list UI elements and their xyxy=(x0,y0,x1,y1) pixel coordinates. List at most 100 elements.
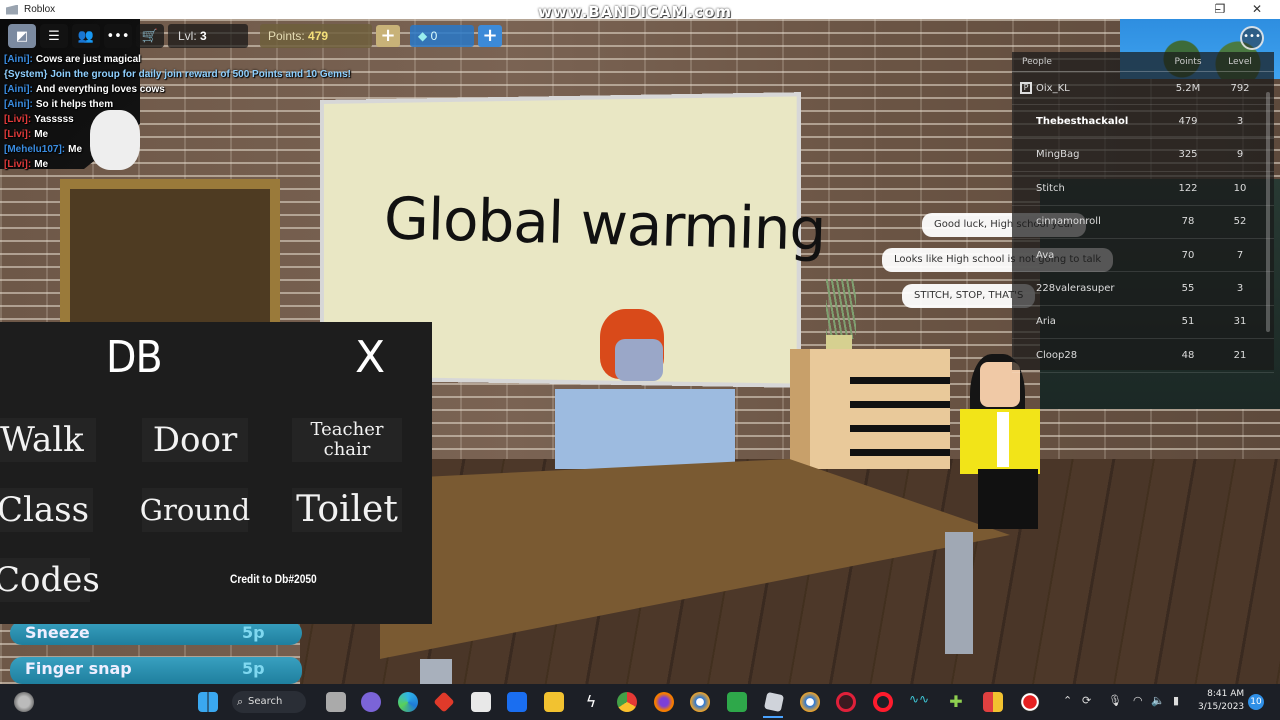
file-explorer-icon[interactable] xyxy=(544,692,564,712)
chat-author: [Mehelu107]: xyxy=(4,144,66,155)
start-icon[interactable] xyxy=(198,692,218,712)
leaderboard-row[interactable]: Thebesthackalol 479 3 xyxy=(1012,105,1274,139)
green-app-icon[interactable] xyxy=(727,692,747,712)
notification-badge[interactable]: 10 xyxy=(1248,694,1264,710)
player-level: 52 xyxy=(1233,216,1247,228)
chat-text: Yasssss xyxy=(34,114,74,125)
leaderboard-row[interactable]: Ava 70 7 xyxy=(1012,239,1274,273)
player-points: 325 xyxy=(1178,149,1198,161)
volume-icon[interactable]: 🔈 xyxy=(1151,694,1165,707)
close-panel-button[interactable]: X xyxy=(355,332,385,383)
store-icon[interactable] xyxy=(471,692,491,712)
dropbox-icon[interactable] xyxy=(507,692,527,712)
microphone-icon[interactable]: 🎙 xyxy=(1108,694,1122,707)
chrome-icon[interactable] xyxy=(617,692,637,712)
ground-button[interactable]: Ground xyxy=(140,488,250,532)
leaderboard-row[interactable]: Aria 51 31 xyxy=(1012,306,1274,340)
more-options-icon[interactable]: ••• xyxy=(1240,26,1264,50)
buy-gems-button[interactable]: + xyxy=(478,25,502,47)
leaderboard-row[interactable]: Stitch 122 10 xyxy=(1012,172,1274,206)
buy-points-button[interactable]: + xyxy=(376,25,400,47)
gems-display: ◆ 0 xyxy=(410,25,474,47)
chat-author: [Livi]: xyxy=(4,114,32,125)
clock[interactable]: 8:41 AM 3/15/2023 xyxy=(1198,688,1244,714)
chat-author: [Aini]: xyxy=(4,99,33,110)
teacher-chair-button[interactable]: Teacher chair xyxy=(292,418,402,462)
player-level: 3 xyxy=(1236,283,1244,295)
player-name: Aria xyxy=(1036,316,1056,328)
chat-text: Me xyxy=(34,129,49,140)
opera-icon[interactable] xyxy=(873,692,893,712)
chat-text: Me xyxy=(34,159,49,170)
player-level: 792 xyxy=(1230,82,1250,94)
weather-icon[interactable] xyxy=(14,692,34,712)
chat-text: Cows are just magical xyxy=(35,54,141,65)
emote-item[interactable]: Finger snap 5p xyxy=(10,657,302,684)
player-points: 70 xyxy=(1181,249,1195,261)
teams-icon[interactable] xyxy=(361,692,381,712)
gems-value: 0 xyxy=(430,29,438,43)
door-button[interactable]: Door xyxy=(142,418,248,462)
bolt-app-icon[interactable]: ϟ xyxy=(581,692,601,712)
roblox-app-icon xyxy=(6,4,18,15)
player-level: 3 xyxy=(1236,116,1244,128)
cart-icon: 🛒 xyxy=(141,28,159,44)
opera-gx-icon[interactable] xyxy=(836,692,856,712)
panel-title: DB xyxy=(106,332,163,383)
toilet-button[interactable]: Toilet xyxy=(292,488,402,532)
edge-icon[interactable] xyxy=(398,692,418,712)
search-label: Search xyxy=(248,696,283,707)
leaderboard-header: People Points Level xyxy=(1012,52,1274,72)
browser-shield-icon-2[interactable] xyxy=(800,692,820,712)
emote-name: Sneeze xyxy=(25,623,90,642)
battery-icon[interactable]: ▮ xyxy=(1173,694,1179,707)
taskbar-search[interactable]: ⌕ Search xyxy=(232,691,306,713)
more-button[interactable]: ••• xyxy=(104,24,132,48)
wifi-icon[interactable]: ◠ xyxy=(1133,694,1143,707)
shop-button[interactable]: 🛒 xyxy=(136,24,164,48)
record-icon[interactable] xyxy=(1020,692,1040,712)
premium-icon: P xyxy=(1020,82,1032,95)
friends-button[interactable]: 👥 xyxy=(72,24,100,48)
leaderboard-row[interactable]: Cloop28 48 21 xyxy=(1012,339,1274,373)
maximize-button[interactable]: ❐ xyxy=(1203,0,1237,19)
chat-window: [Aini]: Cows are just magical {System} Joi… xyxy=(4,52,360,172)
emote-name: Finger snap xyxy=(25,659,132,678)
chat-author: [Aini]: xyxy=(4,54,33,65)
walk-button[interactable]: Walk xyxy=(0,418,96,462)
roblox-icon[interactable] xyxy=(763,691,785,713)
desk-leg xyxy=(945,532,973,654)
chat-message: [Aini]: And everything loves cows xyxy=(4,82,360,97)
chat-author: [Livi]: xyxy=(4,159,32,170)
close-window-button[interactable]: ✕ xyxy=(1240,0,1274,19)
class-button[interactable]: Class xyxy=(0,488,93,532)
red-app-icon[interactable] xyxy=(433,691,455,713)
chat-message: [Aini]: So it helps them xyxy=(4,97,360,112)
roblox-menu-button[interactable]: ◩ xyxy=(8,24,36,48)
emote-item[interactable]: Sneeze 5p xyxy=(10,621,302,645)
chevron-up-icon[interactable]: ⌃ xyxy=(1063,694,1072,707)
wave-app-icon[interactable]: ∿∿ xyxy=(909,692,929,712)
player-points: 479 xyxy=(1178,116,1198,128)
player-name: Oix_KL xyxy=(1036,83,1070,95)
chat-text: And everything loves cows xyxy=(35,84,165,95)
leaderboard-row[interactable]: MingBag 325 9 xyxy=(1012,139,1274,173)
chat-toggle-button[interactable]: ☰ xyxy=(40,24,68,48)
points-display: Points: 479 xyxy=(260,24,372,48)
sync-icon[interactable]: ⟳ xyxy=(1082,694,1091,707)
player-name: MingBag xyxy=(1036,149,1080,161)
chat-message: [Aini]: Cows are just magical xyxy=(4,52,360,67)
grid-app-icon[interactable] xyxy=(983,692,1003,712)
cross-app-icon[interactable]: ✚ xyxy=(946,692,966,712)
leaderboard-scrollbar[interactable] xyxy=(1266,92,1270,332)
browser-shield-icon[interactable] xyxy=(690,692,710,712)
player-name: Cloop28 xyxy=(1036,349,1078,361)
player-name: Ava xyxy=(1036,249,1055,261)
leaderboard-row[interactable]: 228valerasuper 55 3 xyxy=(1012,272,1274,306)
leaderboard-row[interactable]: P Oix_KL 5.2M 792 xyxy=(1012,72,1274,106)
codes-button[interactable]: Codes xyxy=(0,558,100,602)
task-view-icon[interactable] xyxy=(326,692,346,712)
ellipsis-icon: ••• xyxy=(106,28,130,44)
leaderboard-row[interactable]: cinnamonroll 78 52 xyxy=(1012,206,1274,239)
firefox-icon[interactable] xyxy=(654,692,674,712)
